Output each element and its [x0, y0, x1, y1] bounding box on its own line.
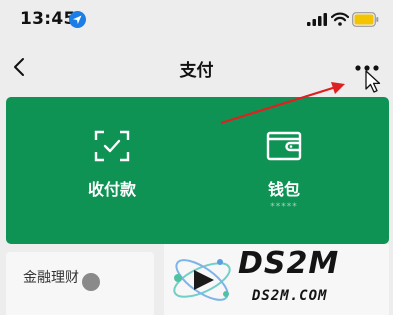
signal-icon — [307, 13, 327, 26]
location-icon — [69, 11, 86, 28]
status-bar: 13:45 — [0, 0, 393, 40]
receive-pay-button[interactable]: 收付款 — [32, 97, 192, 244]
wallet-balance-masked: ***** — [270, 202, 298, 212]
finance-label: 金融理财 — [23, 270, 79, 286]
receive-pay-label: 收付款 — [87, 180, 136, 199]
finance-entry[interactable]: 金融理财 — [6, 252, 154, 315]
status-time: 13:45 — [20, 9, 76, 29]
watermark: DS2M DS2M.COM — [164, 244, 389, 315]
battery-icon — [352, 12, 379, 27]
mouse-cursor-icon — [365, 70, 381, 93]
watermark-title: DS2M — [238, 246, 340, 281]
nav-bar: 支付 — [0, 44, 393, 92]
wallet-label: 钱包 — [267, 180, 300, 199]
page-title: 支付 — [179, 61, 214, 81]
wallet-icon — [266, 131, 302, 161]
payment-screen: 13:45 支付 收付款 钱包 ***** 金融理财 DS2M DS2M.COM — [0, 0, 393, 315]
wallet-button[interactable]: 钱包 ***** — [204, 97, 364, 244]
wifi-icon — [331, 12, 349, 26]
finance-indicator-dot — [82, 273, 100, 291]
watermark-logo — [173, 259, 231, 301]
watermark-subtitle: DS2M.COM — [252, 288, 328, 304]
scan-check-icon — [94, 130, 130, 162]
pay-card: 收付款 钱包 ***** — [6, 97, 389, 244]
